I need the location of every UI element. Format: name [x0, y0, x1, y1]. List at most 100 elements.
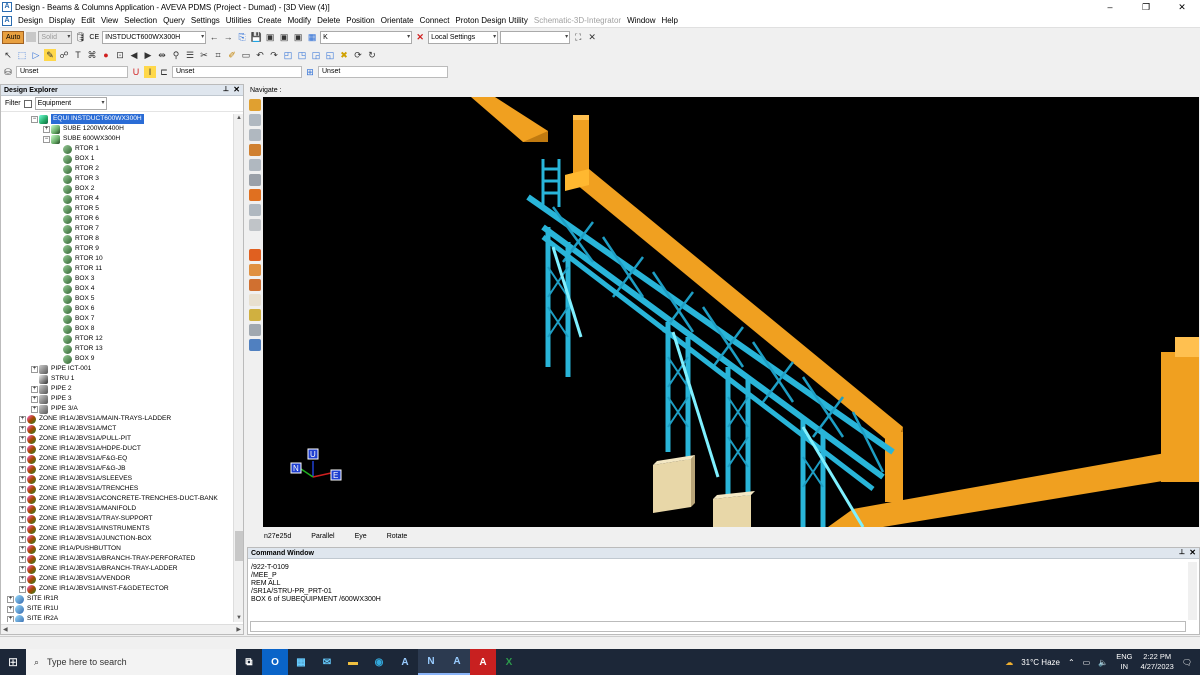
box-icon-2[interactable]: ◳ — [296, 49, 308, 61]
view-tool-10-icon[interactable] — [249, 234, 261, 246]
tree-item[interactable]: + ZONE IR1A/JBVS1A/F&G-JB — [1, 464, 233, 474]
tree-item[interactable]: RTOR 1 — [1, 144, 233, 154]
tree-item[interactable]: + SUBE 1200WX400H — [1, 124, 233, 134]
tool-yellow-icon[interactable]: ✎ — [44, 49, 56, 61]
tree-item[interactable]: RTOR 9 — [1, 244, 233, 254]
cursor-box-icon[interactable]: ⊡ — [114, 49, 126, 61]
save-icon[interactable]: 💾 — [250, 31, 262, 43]
expand-icon[interactable]: + — [31, 385, 38, 393]
expand-icon[interactable]: + — [19, 435, 26, 443]
close-icon[interactable]: ✕ — [233, 85, 240, 94]
tree-item[interactable]: RTOR 6 — [1, 214, 233, 224]
menu-edit[interactable]: Edit — [78, 14, 98, 28]
aveva-a-icon[interactable]: A — [392, 649, 418, 675]
filter-checkbox[interactable] — [23, 99, 32, 108]
menu-settings[interactable]: Settings — [188, 14, 223, 28]
expand-icon[interactable]: + — [19, 585, 26, 593]
projection-mode[interactable]: Parallel — [311, 533, 334, 540]
link-icon[interactable]: ⌘ — [86, 49, 98, 61]
expand-icon[interactable]: + — [43, 125, 50, 133]
taskbar-search[interactable]: ⌕ Type here to search — [26, 649, 236, 675]
back-arrow-icon[interactable]: ← — [208, 31, 220, 43]
tree-item[interactable]: + SITE IR2A — [1, 614, 233, 622]
menu-connect[interactable]: Connect — [417, 14, 453, 28]
expand-icon[interactable]: + — [31, 365, 38, 373]
menu-design[interactable]: Design — [15, 14, 46, 28]
play-icon[interactable]: ▷ — [30, 49, 42, 61]
pin-icon[interactable]: ⊥ — [1179, 548, 1185, 556]
tree-item[interactable]: + SITE IR1R — [1, 594, 233, 604]
weather-text[interactable]: 31°C Haze — [1021, 658, 1060, 667]
tree-item[interactable]: + ZONE IR1A/JBVS1A/INST-F&GDETECTOR — [1, 584, 233, 594]
view-tool-16-icon[interactable] — [249, 324, 261, 336]
expand-icon[interactable]: + — [7, 615, 14, 622]
database-icon[interactable]: 🛢 — [74, 31, 86, 43]
auto-button[interactable]: Auto — [2, 30, 25, 44]
filter-combo[interactable]: Equipment ▾ — [34, 97, 107, 110]
menu-display[interactable]: Display — [46, 14, 78, 28]
scroll-up-icon[interactable]: ▲ — [236, 115, 242, 121]
network-icon[interactable]: ☍ — [58, 49, 70, 61]
expand-icon[interactable]: + — [19, 525, 26, 533]
tree-item[interactable]: BOX 1 — [1, 154, 233, 164]
frame-icon[interactable]: ⌗ — [212, 49, 224, 61]
menu-modify[interactable]: Modify — [285, 14, 315, 28]
scissor-icon[interactable]: ✂ — [198, 49, 210, 61]
expand-icon[interactable]: + — [7, 605, 14, 613]
menu-query[interactable]: Query — [160, 14, 188, 28]
tree-item[interactable]: BOX 6 — [1, 304, 233, 314]
list-icon[interactable]: ☰ — [184, 49, 196, 61]
solid-combo[interactable]: Solid ▾ — [38, 30, 73, 44]
tree-item[interactable]: + ZONE IR1A/JBVS1A/BRANCH-TRAY-PERFORATED — [1, 554, 233, 564]
u-icon[interactable]: U — [130, 66, 142, 78]
tree-item[interactable]: + ZONE IR1A/PUSHBUTTON — [1, 544, 233, 554]
expand-icon[interactable]: + — [19, 495, 26, 503]
tree-item[interactable]: BOX 3 — [1, 274, 233, 284]
view-tool-13-icon[interactable] — [249, 279, 261, 291]
scroll-right-icon[interactable]: ▶ — [236, 626, 241, 633]
tree-item[interactable]: + PIPE ICT-001 — [1, 364, 233, 374]
explorer-horizontal-scrollbar[interactable]: ◀ ▶ — [1, 624, 243, 634]
tree-item[interactable]: RTOR 7 — [1, 224, 233, 234]
expand-icon[interactable]: + — [19, 505, 26, 513]
i-icon[interactable]: I — [144, 66, 156, 78]
tree-item[interactable]: + ZONE IR1A/JBVS1A/F&G-EQ — [1, 454, 233, 464]
tree-item[interactable]: + ZONE IR1A/JBVS1A/MAIN-TRAYS-LADDER — [1, 414, 233, 424]
expand-icon[interactable]: + — [19, 555, 26, 563]
outlook-icon[interactable]: O — [262, 649, 288, 675]
view-tool-12-icon[interactable] — [249, 264, 261, 276]
pen-icon[interactable]: ✐ — [226, 49, 238, 61]
restore-button[interactable]: ❐ — [1128, 0, 1164, 14]
aveva-a2-icon[interactable]: A — [444, 649, 470, 675]
view-tool-17-icon[interactable] — [249, 339, 261, 351]
close-toolbar-icon[interactable]: ✕ — [586, 31, 598, 43]
close-icon[interactable]: ✕ — [1189, 548, 1196, 557]
window-icon[interactable]: ▭ — [240, 49, 252, 61]
view-tool-5-icon[interactable] — [249, 159, 261, 171]
expand-icon[interactable]: + — [19, 565, 26, 573]
menu-help[interactable]: Help — [659, 14, 681, 28]
view-icon-2[interactable]: ▣ — [278, 31, 290, 43]
menu-utilities[interactable]: Utilities — [223, 14, 255, 28]
expand-icon[interactable]: + — [19, 485, 26, 493]
expand-icon[interactable]: + — [31, 395, 38, 403]
menu-position[interactable]: Position — [343, 14, 377, 28]
rotate-icon[interactable]: ↻ — [366, 49, 378, 61]
command-input[interactable] — [250, 621, 1186, 632]
collapse-icon[interactable]: − — [31, 115, 38, 123]
view-tool-15-icon[interactable] — [249, 309, 261, 321]
windows-start-icon[interactable]: ⊞ — [0, 649, 26, 675]
eye-mode[interactable]: Eye — [355, 533, 367, 540]
tree-item[interactable]: + ZONE IR1A/JBVS1A/CONCRETE-TRENCHES-DUCT… — [1, 494, 233, 504]
rotate-mode[interactable]: Rotate — [387, 533, 408, 540]
expand-icon[interactable]: + — [19, 415, 26, 423]
tree-item[interactable]: + PIPE 3 — [1, 394, 233, 404]
tree-item[interactable]: BOX 5 — [1, 294, 233, 304]
file-explorer-icon[interactable]: ▬ — [340, 649, 366, 675]
menu-create[interactable]: Create — [255, 14, 285, 28]
tree-item[interactable]: BOX 8 — [1, 324, 233, 334]
box-icon-3[interactable]: ◲ — [310, 49, 322, 61]
cancel-red-x-icon[interactable]: ✕ — [414, 31, 426, 43]
local-settings-combo[interactable]: Local Settings ▾ — [428, 30, 499, 44]
scroll-left-icon[interactable]: ◀ — [3, 626, 8, 633]
